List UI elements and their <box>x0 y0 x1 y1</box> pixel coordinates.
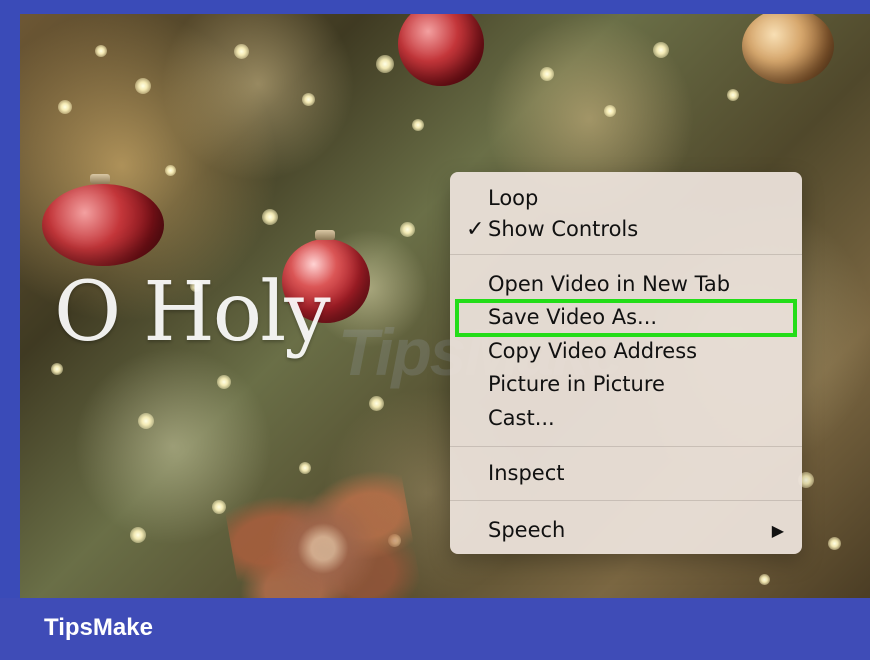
menu-item-label: Open Video in New Tab <box>488 272 731 296</box>
christmas-light <box>138 413 154 429</box>
menu-item-label: Picture in Picture <box>488 372 665 396</box>
christmas-light <box>262 209 278 225</box>
christmas-light <box>165 165 176 176</box>
footer-bar: TipsMake <box>0 598 870 660</box>
menu-item-label: Cast... <box>488 406 555 430</box>
highlight-save-video-as <box>455 299 797 337</box>
gold-ornament-top-right <box>742 14 834 84</box>
menu-item-label: Speech <box>488 518 566 542</box>
submenu-arrow-icon: ▶ <box>771 521 784 540</box>
menu-item-label: Copy Video Address <box>488 339 698 363</box>
menu-separator <box>450 500 802 501</box>
christmas-light <box>653 42 669 58</box>
menu-item-label: Loop <box>488 186 539 210</box>
ornament-cap-center <box>315 230 335 240</box>
red-ornament-left <box>42 184 164 266</box>
christmas-light <box>376 55 394 73</box>
christmas-light <box>234 44 249 59</box>
menu-item-copy-video-address[interactable]: Copy Video Address <box>450 336 802 367</box>
menu-separator <box>450 446 802 447</box>
christmas-light <box>302 93 315 106</box>
checkmark-icon: ✓ <box>466 217 485 242</box>
menu-item-show-controls[interactable]: ✓ Show Controls <box>450 214 802 245</box>
christmas-light <box>400 222 415 237</box>
christmas-light <box>95 45 107 57</box>
christmas-light <box>135 78 151 94</box>
menu-item-loop[interactable]: Loop <box>450 183 802 214</box>
ornament-cap-left <box>90 174 110 184</box>
menu-item-picture-in-picture[interactable]: Picture in Picture <box>450 369 802 400</box>
menu-item-cast[interactable]: Cast... <box>450 403 802 434</box>
christmas-light <box>540 67 554 81</box>
menu-item-open-video-new-tab[interactable]: Open Video in New Tab <box>450 269 802 300</box>
christmas-light <box>828 537 841 550</box>
christmas-light <box>130 527 146 543</box>
video-overlay-title: O Holy <box>54 265 331 360</box>
christmas-light <box>412 119 424 131</box>
menu-item-label: Show Controls <box>488 217 639 241</box>
menu-item-speech[interactable]: Speech ▶ <box>450 515 802 546</box>
red-ornament-top-middle <box>398 14 484 86</box>
christmas-light <box>217 375 231 389</box>
christmas-light <box>369 396 384 411</box>
christmas-light <box>604 105 616 117</box>
christmas-light <box>727 89 739 101</box>
christmas-light <box>51 363 63 375</box>
brand-name: TipsMake <box>44 614 153 641</box>
video-frame: TipsMake O Holy Loop ✓ Show Controls Ope… <box>20 14 870 598</box>
christmas-light <box>759 574 770 585</box>
christmas-light <box>58 100 72 114</box>
poinsettia <box>221 461 425 598</box>
menu-separator <box>450 254 802 255</box>
menu-item-label: Inspect <box>488 461 565 485</box>
christmas-light <box>299 462 311 474</box>
menu-item-inspect[interactable]: Inspect <box>450 458 802 489</box>
context-menu: Loop ✓ Show Controls Open Video in New T… <box>450 172 802 554</box>
